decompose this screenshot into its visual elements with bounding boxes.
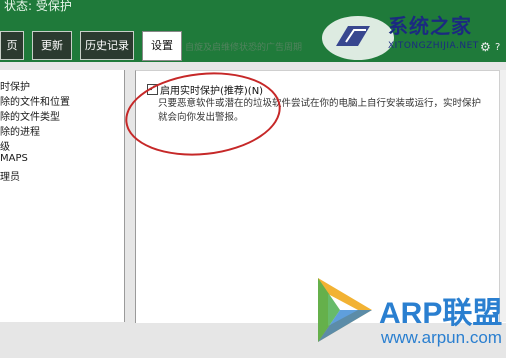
arp-watermark-url: www.arpun.com xyxy=(381,328,502,347)
tab-history[interactable]: 历史记录 xyxy=(80,31,134,60)
tab-settings[interactable]: 设置 xyxy=(142,31,182,61)
sidebar-item-maps[interactable]: MAPS xyxy=(0,153,28,164)
watermark-subtitle: XITONGZHIJIA.NET xyxy=(388,41,479,51)
sidebar-item-realtime[interactable]: 时保护 xyxy=(0,78,30,93)
tab-home[interactable]: 页 xyxy=(0,31,24,60)
arp-play-logo-icon xyxy=(318,278,372,342)
sidebar-item-excluded-types[interactable]: 除的文件类型 xyxy=(0,108,60,123)
sidebar-item-admin[interactable]: 理员 xyxy=(0,168,20,183)
arp-watermark-title: ARP联盟 xyxy=(379,297,503,330)
watermark-title: 系统之家 xyxy=(388,14,472,38)
sidebar-item-advanced[interactable]: 级 xyxy=(0,138,10,153)
sidebar-item-excluded-files[interactable]: 除的文件和位置 xyxy=(0,93,70,108)
faded-background-text: 自旋及启维修状恐的广告周期 xyxy=(185,43,303,53)
settings-sidebar: 时保护 除的文件和位置 除的文件类型 除的进程 级 MAPS 理员 xyxy=(0,70,125,322)
sidebar-item-excluded-processes[interactable]: 除的进程 xyxy=(0,123,40,138)
window-title: 状态: 受保护 xyxy=(4,0,72,13)
tab-update[interactable]: 更新 xyxy=(32,31,72,60)
scrollbar[interactable] xyxy=(499,70,506,322)
